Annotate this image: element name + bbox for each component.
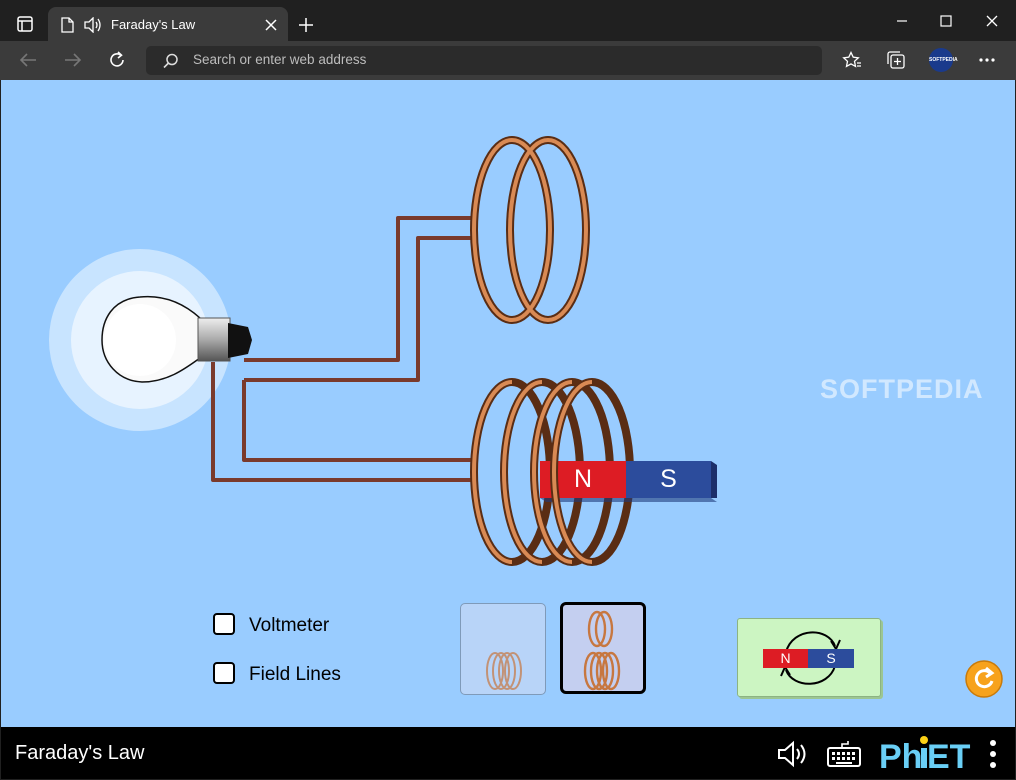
navigation-bar bbox=[1, 727, 1015, 779]
flip-magnet-button[interactable]: N S bbox=[737, 618, 881, 697]
flip-north-label: N bbox=[780, 650, 791, 666]
svg-text:Ph: Ph bbox=[879, 738, 922, 774]
magnet-south-label: S bbox=[660, 465, 677, 493]
two-coils-icon bbox=[583, 610, 621, 691]
upper-coil bbox=[470, 136, 590, 324]
sound-icon[interactable] bbox=[776, 740, 812, 768]
field-lines-label: Field Lines bbox=[249, 664, 341, 685]
magnet-north-label: N bbox=[573, 465, 593, 493]
two-coils-button[interactable] bbox=[560, 602, 646, 694]
field-lines-checkbox[interactable] bbox=[213, 662, 235, 684]
flip-south-label: S bbox=[826, 650, 836, 666]
keyboard-icon[interactable] bbox=[826, 740, 862, 768]
svg-text:ET: ET bbox=[927, 738, 971, 774]
wires bbox=[211, 216, 478, 482]
watermark: SOFTPEDIA bbox=[820, 374, 984, 404]
phet-logo[interactable]: Ph ET bbox=[877, 734, 977, 774]
sim-title: Faraday's Law bbox=[15, 742, 145, 764]
one-coil-button[interactable] bbox=[460, 603, 546, 695]
single-coil-icon bbox=[486, 652, 522, 690]
reset-all-button[interactable] bbox=[964, 659, 1004, 699]
voltmeter-label: Voltmeter bbox=[249, 615, 330, 636]
phet-menu-icon[interactable] bbox=[988, 738, 998, 770]
light-bulb bbox=[49, 249, 252, 431]
voltmeter-checkbox[interactable] bbox=[213, 613, 235, 635]
